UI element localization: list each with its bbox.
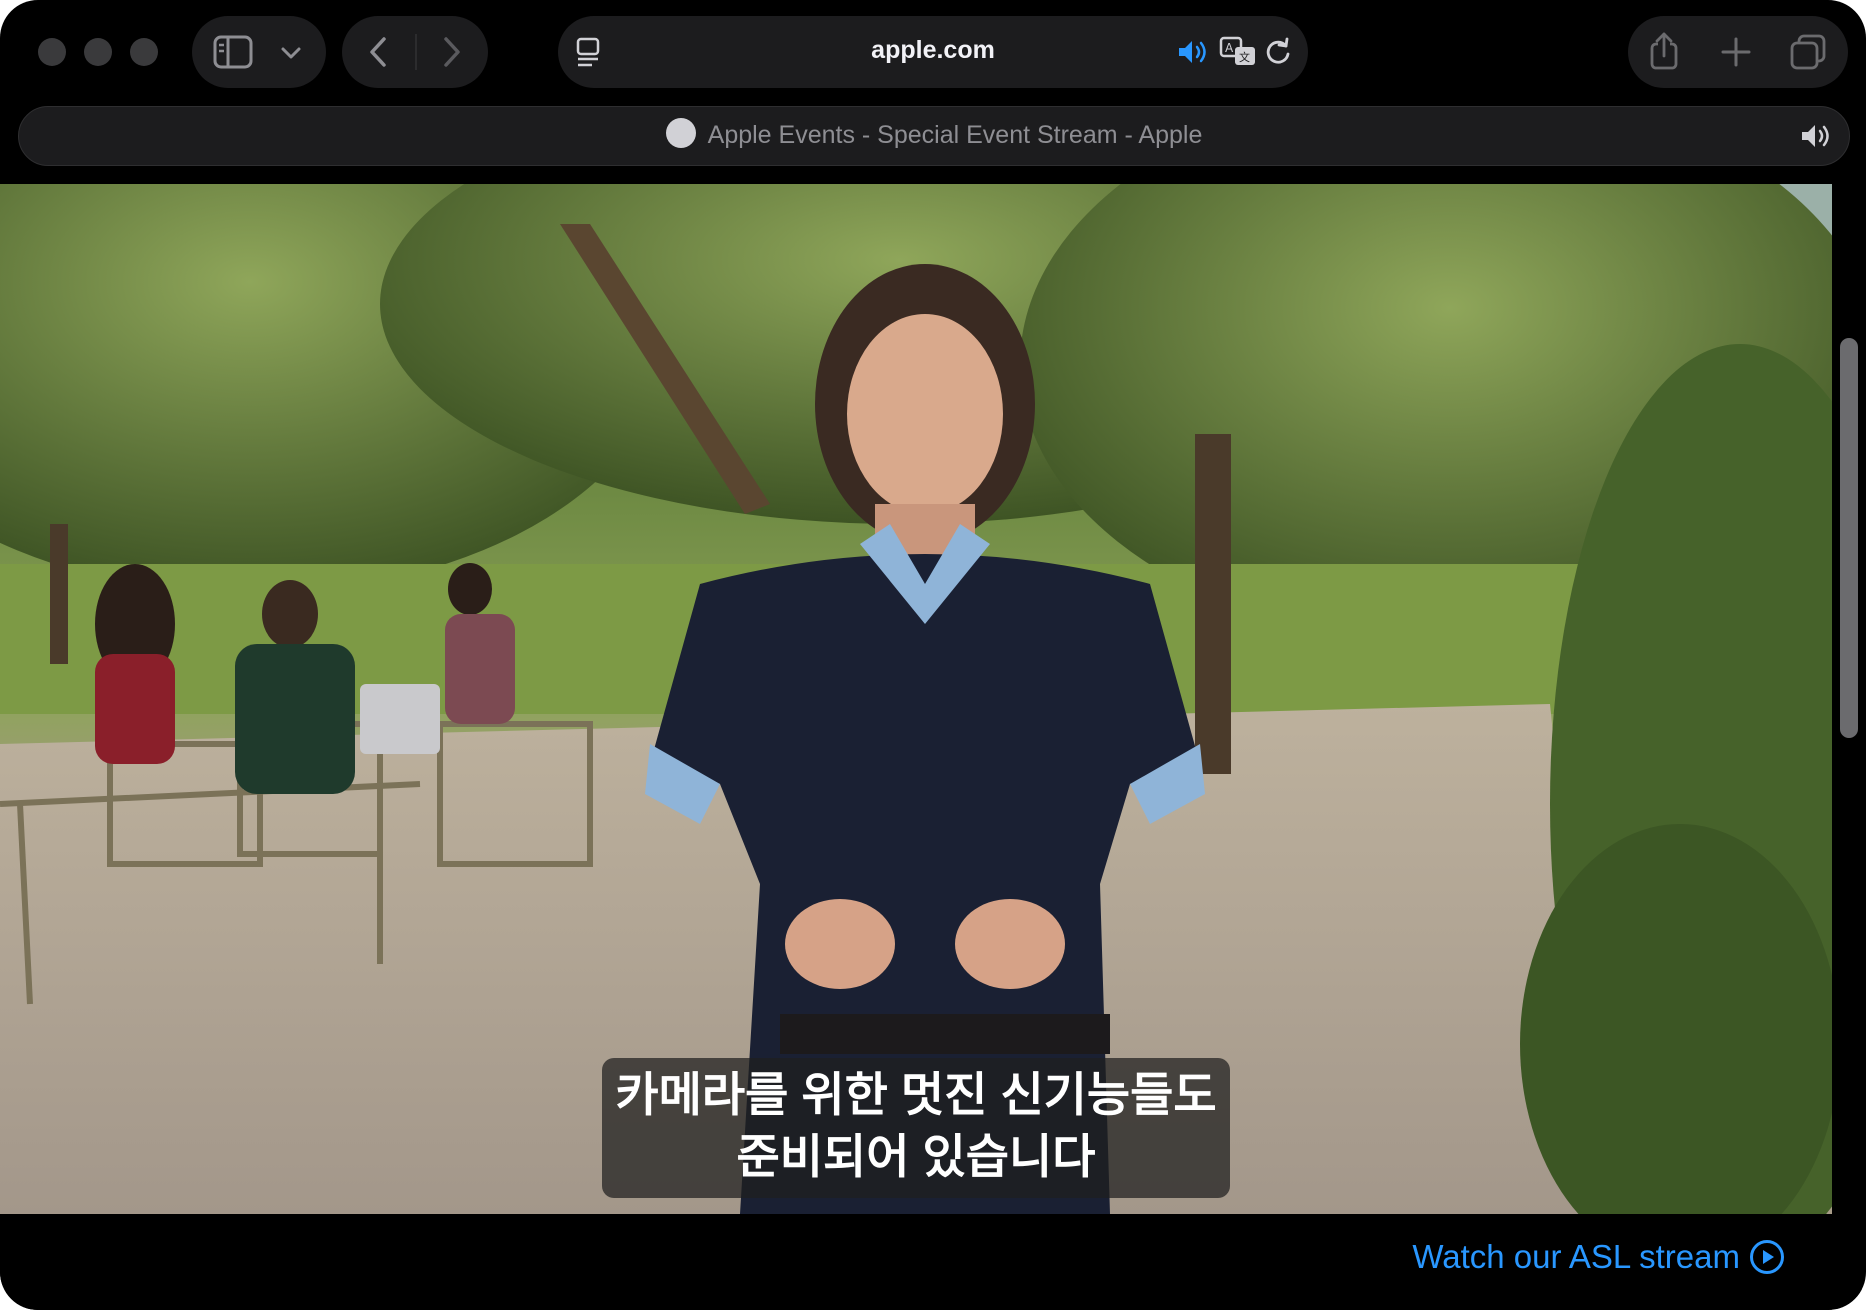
tab-overview-icon[interactable] <box>1788 32 1828 72</box>
svg-text:文: 文 <box>1239 50 1250 64</box>
back-icon[interactable] <box>364 34 394 70</box>
browser-window: apple.com A 文 Apple Events - Special Eve… <box>0 0 1866 1310</box>
plus-icon[interactable] <box>1718 34 1754 70</box>
asl-link-label: Watch our ASL stream <box>1412 1238 1740 1275</box>
share-icon[interactable] <box>1646 30 1682 72</box>
active-tab[interactable]: Apple Events - Special Event Stream - Ap… <box>19 118 1849 151</box>
navigation-group <box>342 16 488 88</box>
nav-divider <box>415 34 417 70</box>
translate-icon[interactable]: A 文 <box>1218 34 1258 70</box>
chevron-down-icon[interactable] <box>278 40 304 66</box>
toolbar-actions <box>1628 16 1848 88</box>
subtitle-caption: 카메라를 위한 멋진 신기능들도 준비되어 있습니다 <box>602 1058 1230 1198</box>
subtitle-line-2: 준비되어 있습니다 <box>736 1130 1096 1183</box>
page-content: 카메라를 위한 멋진 신기능들도 준비되어 있습니다 Watch our ASL… <box>0 184 1832 1310</box>
reload-icon[interactable] <box>1262 36 1294 68</box>
tab-bar: Apple Events - Special Event Stream - Ap… <box>18 106 1850 166</box>
speaker-icon[interactable] <box>1176 36 1210 68</box>
window-close-button[interactable] <box>38 38 66 66</box>
apple-logo-icon <box>665 118 696 149</box>
sidebar-toggle-group <box>192 16 326 88</box>
sidebar-icon[interactable] <box>212 34 256 70</box>
tab-speaker-icon[interactable] <box>1799 121 1833 151</box>
asl-stream-link[interactable]: Watch our ASL stream <box>1412 1238 1784 1276</box>
svg-text:A: A <box>1225 41 1234 55</box>
window-minimize-button[interactable] <box>84 38 112 66</box>
subtitle-line-1: 카메라를 위한 멋진 신기능들도 <box>615 1068 1217 1121</box>
tab-title: Apple Events - Special Event Stream - Ap… <box>707 121 1203 149</box>
scrollbar-thumb[interactable] <box>1840 338 1858 738</box>
forward-icon[interactable] <box>436 34 466 70</box>
window-zoom-button[interactable] <box>130 38 158 66</box>
address-bar[interactable]: apple.com A 文 <box>558 16 1308 88</box>
browser-toolbar: apple.com A 文 <box>0 0 1866 100</box>
play-circle-icon <box>1750 1240 1784 1274</box>
event-video-player[interactable]: 카메라를 위한 멋진 신기능들도 준비되어 있습니다 <box>0 184 1832 1214</box>
